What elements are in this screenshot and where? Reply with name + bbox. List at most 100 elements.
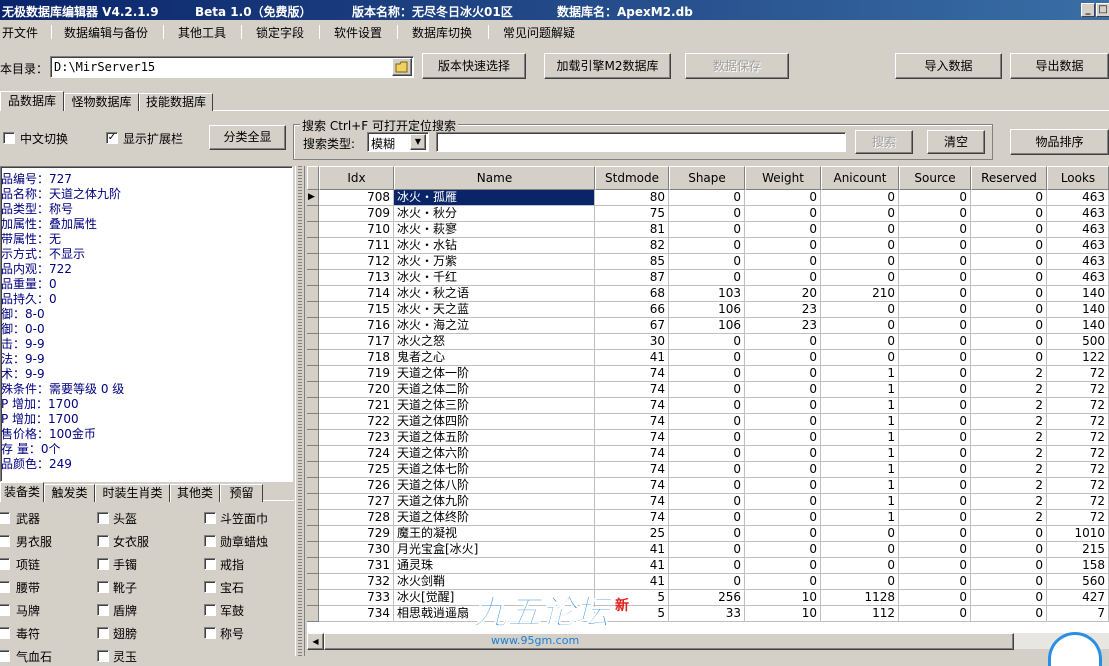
grid-cell[interactable]: 74 <box>595 446 669 462</box>
grid-cell[interactable]: 41 <box>595 542 669 558</box>
row-indicator[interactable] <box>307 302 319 318</box>
row-indicator[interactable] <box>307 334 319 350</box>
grid-cell[interactable]: 0 <box>899 414 971 430</box>
row-indicator[interactable] <box>307 446 319 462</box>
item-sort-button[interactable]: 物品排序 <box>1010 129 1109 155</box>
grid-cell[interactable]: 0 <box>669 574 745 590</box>
grid-cell[interactable]: 2 <box>971 366 1047 382</box>
grid-cell[interactable]: 天道之体终阶 <box>394 510 595 526</box>
column-header[interactable]: Stdmode <box>595 166 669 190</box>
grid-cell[interactable]: 0 <box>745 446 821 462</box>
grid-cell[interactable]: 0 <box>899 238 971 254</box>
row-indicator[interactable]: ▶ <box>307 190 319 206</box>
category-checkbox[interactable] <box>97 581 109 593</box>
grid-cell[interactable]: 0 <box>821 574 899 590</box>
row-indicator[interactable] <box>307 398 319 414</box>
category-tab[interactable]: 触发类 <box>44 484 95 502</box>
grid-cell[interactable]: 74 <box>595 414 669 430</box>
grid-cell[interactable]: 72 <box>1047 366 1109 382</box>
items-grid[interactable]: Idx Name Stdmode Shape Weight Anicount Source R… <box>307 166 1109 632</box>
grid-cell[interactable]: 2 <box>971 382 1047 398</box>
menu-lock-fields[interactable]: 锁定字段 <box>256 24 304 41</box>
grid-cell[interactable]: 0 <box>971 238 1047 254</box>
category-checkbox[interactable] <box>97 604 109 616</box>
menu-settings[interactable]: 软件设置 <box>334 24 382 41</box>
column-header[interactable]: Idx <box>319 166 394 190</box>
grid-cell[interactable]: 0 <box>899 398 971 414</box>
grid-cell[interactable]: 0 <box>745 206 821 222</box>
grid-cell[interactable]: 720 <box>319 382 394 398</box>
grid-cell[interactable]: 463 <box>1047 238 1109 254</box>
grid-cell[interactable]: 10 <box>745 590 821 606</box>
search-type-select[interactable]: 模糊 ▼ <box>367 132 429 152</box>
grid-cell[interactable]: 0 <box>669 414 745 430</box>
grid-cell[interactable]: 冰火之怒 <box>394 334 595 350</box>
grid-cell[interactable]: 1 <box>821 414 899 430</box>
grid-cell[interactable]: 0 <box>971 542 1047 558</box>
grid-cell[interactable]: 74 <box>595 398 669 414</box>
category-checkbox[interactable] <box>204 627 216 639</box>
grid-cell[interactable]: 2 <box>971 478 1047 494</box>
grid-cell[interactable]: 122 <box>1047 350 1109 366</box>
minimize-icon[interactable]: _ <box>1081 3 1095 17</box>
grid-cell[interactable]: 716 <box>319 318 394 334</box>
load-engine-button[interactable]: 加载引擎M2数据库 <box>544 53 671 79</box>
grid-cell[interactable]: 0 <box>669 206 745 222</box>
grid-cell[interactable]: 0 <box>821 190 899 206</box>
grid-cell[interactable]: 106 <box>669 302 745 318</box>
grid-cell[interactable]: 726 <box>319 478 394 494</box>
grid-cell[interactable]: 0 <box>899 558 971 574</box>
grid-cell[interactable]: 0 <box>971 206 1047 222</box>
grid-cell[interactable]: 0 <box>899 334 971 350</box>
grid-cell[interactable]: 712 <box>319 254 394 270</box>
grid-cell[interactable]: 天道之体五阶 <box>394 430 595 446</box>
grid-cell[interactable]: 1 <box>821 446 899 462</box>
grid-cell[interactable]: 709 <box>319 206 394 222</box>
grid-cell[interactable]: 66 <box>595 302 669 318</box>
grid-cell[interactable]: 0 <box>899 270 971 286</box>
grid-cell[interactable]: 72 <box>1047 462 1109 478</box>
grid-cell[interactable]: 天道之体六阶 <box>394 446 595 462</box>
grid-cell[interactable]: 0 <box>745 222 821 238</box>
grid-cell[interactable]: 冰火・孤雁 <box>394 190 595 206</box>
grid-cell[interactable]: 72 <box>1047 494 1109 510</box>
category-checkbox[interactable] <box>204 535 216 547</box>
grid-cell[interactable]: 0 <box>821 542 899 558</box>
grid-cell[interactable]: 0 <box>821 558 899 574</box>
grid-cell[interactable]: 0 <box>899 510 971 526</box>
menu-other-tools[interactable]: 其他工具 <box>178 24 226 41</box>
grid-cell[interactable]: 0 <box>669 366 745 382</box>
grid-cell[interactable]: 月光宝盒[冰火] <box>394 542 595 558</box>
grid-cell[interactable]: 2 <box>971 462 1047 478</box>
category-checkbox[interactable] <box>204 604 216 616</box>
row-indicator[interactable] <box>307 270 319 286</box>
grid-cell[interactable]: 0 <box>899 430 971 446</box>
row-indicator[interactable] <box>307 462 319 478</box>
grid-cell[interactable]: 0 <box>899 206 971 222</box>
grid-cell[interactable]: 140 <box>1047 318 1109 334</box>
grid-cell[interactable]: 41 <box>595 558 669 574</box>
grid-cell[interactable]: 0 <box>899 318 971 334</box>
grid-cell[interactable]: 463 <box>1047 206 1109 222</box>
category-checkbox[interactable] <box>97 650 109 662</box>
grid-cell[interactable]: 463 <box>1047 190 1109 206</box>
row-indicator[interactable] <box>307 606 319 622</box>
category-checkbox[interactable] <box>204 512 216 524</box>
grid-cell[interactable]: 0 <box>745 542 821 558</box>
grid-cell[interactable]: 魔王的凝视 <box>394 526 595 542</box>
grid-cell[interactable]: 1 <box>821 510 899 526</box>
clear-button[interactable]: 清空 <box>927 130 985 154</box>
menu-faq[interactable]: 常见问题解疑 <box>503 24 575 41</box>
grid-cell[interactable]: 冰火・萩寥 <box>394 222 595 238</box>
grid-cell[interactable]: 722 <box>319 414 394 430</box>
grid-cell[interactable]: 0 <box>899 462 971 478</box>
grid-cell[interactable]: 715 <box>319 302 394 318</box>
row-indicator[interactable] <box>307 510 319 526</box>
row-indicator[interactable] <box>307 350 319 366</box>
grid-cell[interactable]: 728 <box>319 510 394 526</box>
grid-cell[interactable]: 1 <box>821 430 899 446</box>
grid-cell[interactable]: 0 <box>899 350 971 366</box>
grid-cell[interactable]: 140 <box>1047 302 1109 318</box>
save-data-button[interactable]: 数据保存 <box>685 53 789 79</box>
category-checkbox[interactable] <box>0 512 10 524</box>
